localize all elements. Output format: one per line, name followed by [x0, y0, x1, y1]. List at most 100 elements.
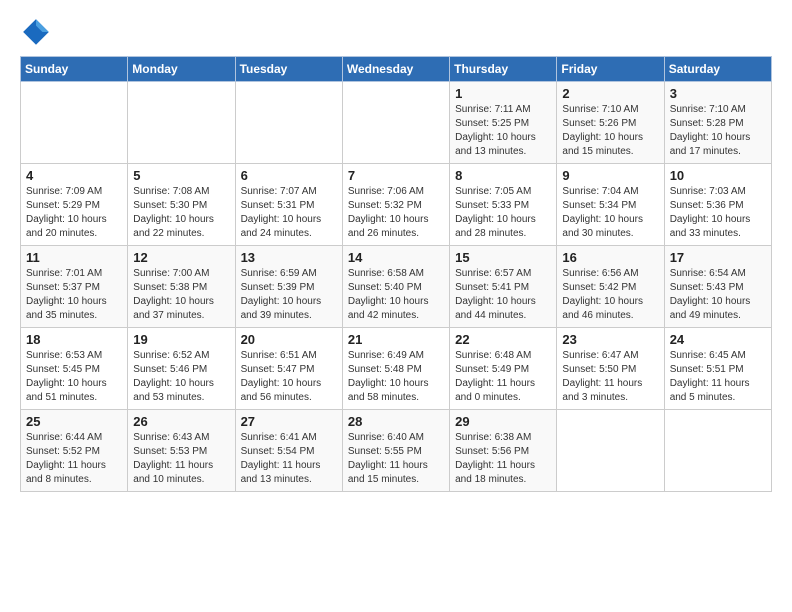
header-day-thursday: Thursday — [450, 57, 557, 82]
day-info: Sunrise: 7:11 AM Sunset: 5:25 PM Dayligh… — [455, 103, 551, 159]
day-number: 17 — [670, 250, 766, 265]
day-number: 25 — [26, 414, 122, 429]
day-info: Sunrise: 7:04 AM Sunset: 5:34 PM Dayligh… — [562, 185, 658, 241]
calendar-cell: 9 Sunrise: 7:04 AM Sunset: 5:34 PM Daylig… — [557, 164, 664, 246]
calendar-cell: 1 Sunrise: 7:11 AM Sunset: 5:25 PM Daylig… — [450, 82, 557, 164]
day-number: 6 — [241, 168, 337, 183]
header-day-monday: Monday — [128, 57, 235, 82]
day-number: 4 — [26, 168, 122, 183]
calendar-cell: 20 Sunrise: 6:51 AM Sunset: 5:47 PM Dayli… — [235, 328, 342, 410]
day-number: 27 — [241, 414, 337, 429]
week-row-2: 11 Sunrise: 7:01 AM Sunset: 5:37 PM Dayli… — [21, 246, 772, 328]
day-number: 22 — [455, 332, 551, 347]
calendar-cell: 27 Sunrise: 6:41 AM Sunset: 5:54 PM Dayli… — [235, 410, 342, 492]
calendar-cell: 24 Sunrise: 6:45 AM Sunset: 5:51 PM Dayli… — [664, 328, 771, 410]
day-number: 18 — [26, 332, 122, 347]
day-info: Sunrise: 6:43 AM Sunset: 5:53 PM Dayligh… — [133, 431, 229, 487]
day-number: 1 — [455, 86, 551, 101]
calendar-cell — [557, 410, 664, 492]
day-info: Sunrise: 7:08 AM Sunset: 5:30 PM Dayligh… — [133, 185, 229, 241]
calendar-cell: 28 Sunrise: 6:40 AM Sunset: 5:55 PM Dayli… — [342, 410, 449, 492]
day-number: 2 — [562, 86, 658, 101]
day-number: 10 — [670, 168, 766, 183]
day-number: 5 — [133, 168, 229, 183]
calendar-cell — [664, 410, 771, 492]
day-number: 3 — [670, 86, 766, 101]
calendar-cell: 2 Sunrise: 7:10 AM Sunset: 5:26 PM Daylig… — [557, 82, 664, 164]
calendar-cell: 3Sunrise: 7:10 AM Sunset: 5:28 PM Daylig… — [664, 82, 771, 164]
day-info: Sunrise: 6:54 AM Sunset: 5:43 PM Dayligh… — [670, 267, 766, 323]
logo-icon — [20, 16, 52, 48]
day-info: Sunrise: 6:45 AM Sunset: 5:51 PM Dayligh… — [670, 349, 766, 405]
day-info: Sunrise: 7:03 AM Sunset: 5:36 PM Dayligh… — [670, 185, 766, 241]
calendar-cell — [21, 82, 128, 164]
day-number: 28 — [348, 414, 444, 429]
header-row: SundayMondayTuesdayWednesdayThursdayFrid… — [21, 57, 772, 82]
calendar-cell: 7Sunrise: 7:06 AM Sunset: 5:32 PM Daylig… — [342, 164, 449, 246]
calendar-cell: 8Sunrise: 7:05 AM Sunset: 5:33 PM Daylig… — [450, 164, 557, 246]
day-number: 26 — [133, 414, 229, 429]
day-info: Sunrise: 6:59 AM Sunset: 5:39 PM Dayligh… — [241, 267, 337, 323]
calendar-cell — [235, 82, 342, 164]
day-number: 9 — [562, 168, 658, 183]
calendar-cell: 21Sunrise: 6:49 AM Sunset: 5:48 PM Dayli… — [342, 328, 449, 410]
header-day-tuesday: Tuesday — [235, 57, 342, 82]
week-row-3: 18Sunrise: 6:53 AM Sunset: 5:45 PM Dayli… — [21, 328, 772, 410]
week-row-1: 4 Sunrise: 7:09 AM Sunset: 5:29 PM Daylig… — [21, 164, 772, 246]
day-info: Sunrise: 6:44 AM Sunset: 5:52 PM Dayligh… — [26, 431, 122, 487]
calendar-page: SundayMondayTuesdayWednesdayThursdayFrid… — [0, 0, 792, 612]
day-info: Sunrise: 6:40 AM Sunset: 5:55 PM Dayligh… — [348, 431, 444, 487]
day-number: 14 — [348, 250, 444, 265]
calendar-cell: 14 Sunrise: 6:58 AM Sunset: 5:40 PM Dayli… — [342, 246, 449, 328]
header — [20, 16, 772, 48]
calendar-cell — [128, 82, 235, 164]
calendar-cell: 16 Sunrise: 6:56 AM Sunset: 5:42 PM Dayli… — [557, 246, 664, 328]
day-info: Sunrise: 7:01 AM Sunset: 5:37 PM Dayligh… — [26, 267, 122, 323]
day-info: Sunrise: 6:49 AM Sunset: 5:48 PM Dayligh… — [348, 349, 444, 405]
header-day-saturday: Saturday — [664, 57, 771, 82]
day-number: 20 — [241, 332, 337, 347]
calendar-cell: 25 Sunrise: 6:44 AM Sunset: 5:52 PM Dayli… — [21, 410, 128, 492]
day-number: 24 — [670, 332, 766, 347]
day-info: Sunrise: 6:48 AM Sunset: 5:49 PM Dayligh… — [455, 349, 551, 405]
calendar-cell: 11 Sunrise: 7:01 AM Sunset: 5:37 PM Dayli… — [21, 246, 128, 328]
calendar-cell: 6 Sunrise: 7:07 AM Sunset: 5:31 PM Daylig… — [235, 164, 342, 246]
day-number: 19 — [133, 332, 229, 347]
header-day-friday: Friday — [557, 57, 664, 82]
day-number: 29 — [455, 414, 551, 429]
day-info: Sunrise: 6:52 AM Sunset: 5:46 PM Dayligh… — [133, 349, 229, 405]
day-info: Sunrise: 6:56 AM Sunset: 5:42 PM Dayligh… — [562, 267, 658, 323]
header-day-wednesday: Wednesday — [342, 57, 449, 82]
day-number: 16 — [562, 250, 658, 265]
day-info: Sunrise: 7:07 AM Sunset: 5:31 PM Dayligh… — [241, 185, 337, 241]
week-row-0: 1 Sunrise: 7:11 AM Sunset: 5:25 PM Daylig… — [21, 82, 772, 164]
day-number: 12 — [133, 250, 229, 265]
calendar-cell: 4 Sunrise: 7:09 AM Sunset: 5:29 PM Daylig… — [21, 164, 128, 246]
day-info: Sunrise: 6:57 AM Sunset: 5:41 PM Dayligh… — [455, 267, 551, 323]
day-number: 8 — [455, 168, 551, 183]
day-info: Sunrise: 7:09 AM Sunset: 5:29 PM Dayligh… — [26, 185, 122, 241]
calendar-cell: 22 Sunrise: 6:48 AM Sunset: 5:49 PM Dayli… — [450, 328, 557, 410]
calendar-cell: 17 Sunrise: 6:54 AM Sunset: 5:43 PM Dayli… — [664, 246, 771, 328]
calendar-cell: 12Sunrise: 7:00 AM Sunset: 5:38 PM Dayli… — [128, 246, 235, 328]
day-info: Sunrise: 7:06 AM Sunset: 5:32 PM Dayligh… — [348, 185, 444, 241]
calendar-cell — [342, 82, 449, 164]
day-info: Sunrise: 6:51 AM Sunset: 5:47 PM Dayligh… — [241, 349, 337, 405]
header-day-sunday: Sunday — [21, 57, 128, 82]
day-info: Sunrise: 6:38 AM Sunset: 5:56 PM Dayligh… — [455, 431, 551, 487]
week-row-4: 25 Sunrise: 6:44 AM Sunset: 5:52 PM Dayli… — [21, 410, 772, 492]
calendar-cell: 29 Sunrise: 6:38 AM Sunset: 5:56 PM Dayli… — [450, 410, 557, 492]
calendar-cell: 23Sunrise: 6:47 AM Sunset: 5:50 PM Dayli… — [557, 328, 664, 410]
calendar-cell: 10 Sunrise: 7:03 AM Sunset: 5:36 PM Dayli… — [664, 164, 771, 246]
day-info: Sunrise: 7:10 AM Sunset: 5:26 PM Dayligh… — [562, 103, 658, 159]
calendar-cell: 5 Sunrise: 7:08 AM Sunset: 5:30 PM Daylig… — [128, 164, 235, 246]
day-info: Sunrise: 6:41 AM Sunset: 5:54 PM Dayligh… — [241, 431, 337, 487]
day-info: Sunrise: 6:58 AM Sunset: 5:40 PM Dayligh… — [348, 267, 444, 323]
calendar-cell: 26 Sunrise: 6:43 AM Sunset: 5:53 PM Dayli… — [128, 410, 235, 492]
calendar-cell: 15 Sunrise: 6:57 AM Sunset: 5:41 PM Dayli… — [450, 246, 557, 328]
day-number: 15 — [455, 250, 551, 265]
day-number: 23 — [562, 332, 658, 347]
day-number: 11 — [26, 250, 122, 265]
logo — [20, 16, 56, 48]
calendar-table: SundayMondayTuesdayWednesdayThursdayFrid… — [20, 56, 772, 492]
